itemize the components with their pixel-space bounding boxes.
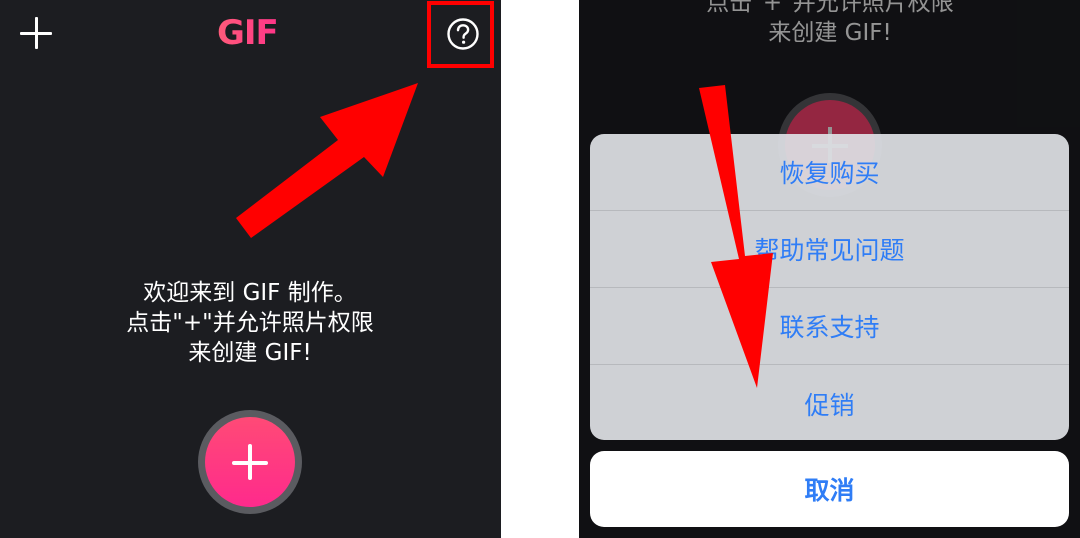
restore-purchase-button[interactable]: 恢复购买 <box>590 134 1069 211</box>
welcome-line: 欢迎来到 GIF 制作。 <box>143 280 357 306</box>
app-title: GIF <box>217 10 287 56</box>
welcome-line: 来创建 GIF! <box>188 340 312 366</box>
plus-icon <box>205 417 295 507</box>
welcome-line: 点击"+"并允许照片权限 <box>126 310 374 336</box>
action-sheet: 恢复购买 帮助常见问题 联系支持 促销 <box>590 134 1069 440</box>
contact-support-button[interactable]: 联系支持 <box>590 288 1069 365</box>
help-faq-button[interactable]: 帮助常见问题 <box>590 211 1069 288</box>
left-screen: GIF 欢迎来到 GIF 制作。 点击"+"并允许照片权限 来创建 GIF! <box>0 0 501 538</box>
right-screen: 点击"+"并允许照片权限 来创建 GIF! 恢复购买 帮助常见问题 联系支持 促… <box>579 0 1080 538</box>
cancel-button[interactable]: 取消 <box>590 451 1069 527</box>
create-gif-button[interactable] <box>198 410 302 514</box>
promotion-button[interactable]: 促销 <box>590 365 1069 440</box>
question-circle-icon[interactable] <box>446 17 480 51</box>
add-plus-icon[interactable] <box>20 16 54 50</box>
welcome-message: 欢迎来到 GIF 制作。 点击"+"并允许照片权限 来创建 GIF! <box>50 278 450 368</box>
